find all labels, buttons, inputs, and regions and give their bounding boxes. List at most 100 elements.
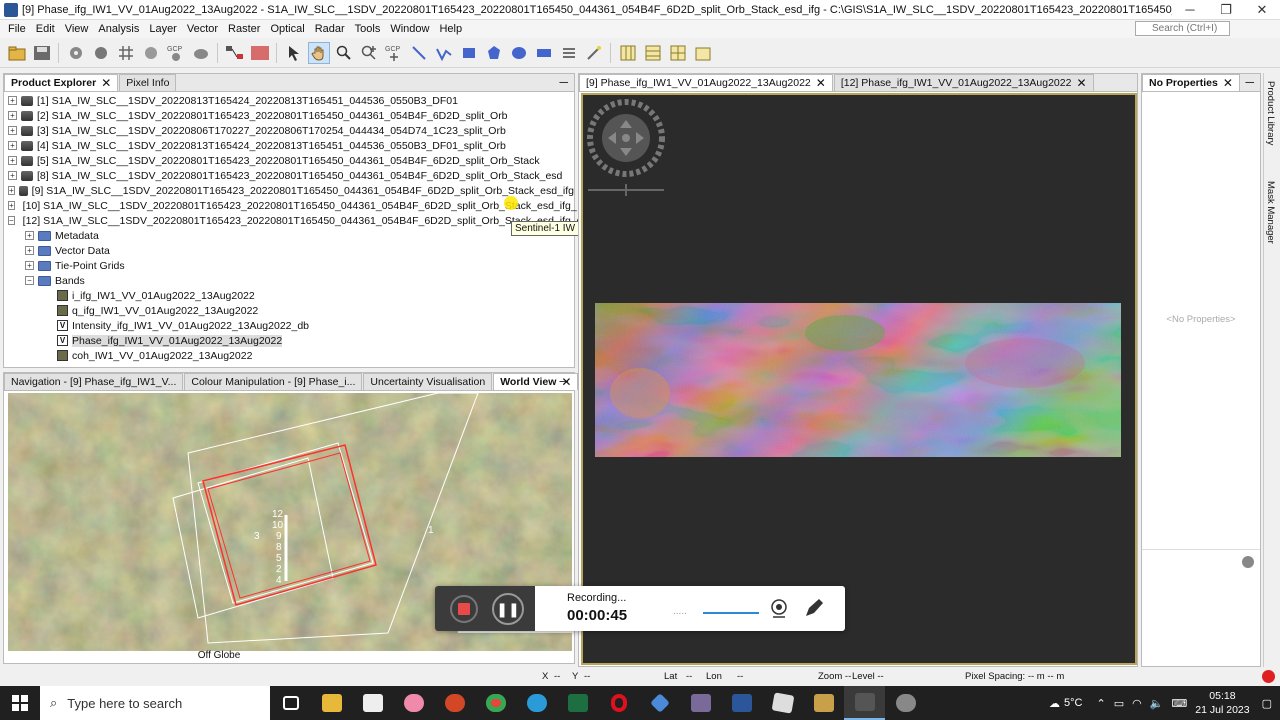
- info-icon[interactable]: [1242, 556, 1254, 568]
- archive-icon[interactable]: [803, 686, 844, 720]
- language-icon[interactable]: ⌨: [1171, 697, 1187, 710]
- notes-icon[interactable]: [762, 686, 803, 720]
- expand-icon[interactable]: +: [25, 261, 34, 270]
- minimize-panel-button[interactable]: ─: [559, 75, 568, 89]
- expand-icon[interactable]: +: [8, 171, 17, 180]
- close-icon[interactable]: ✕: [816, 76, 826, 90]
- tree-item-vector-data[interactable]: + Vector Data: [4, 243, 574, 258]
- gcp-tool-icon[interactable]: GCP: [165, 42, 187, 64]
- zoom-tool-icon[interactable]: [333, 42, 355, 64]
- tree-item-bands[interactable]: − Bands: [4, 273, 574, 288]
- expand-icon[interactable]: +: [25, 246, 34, 255]
- taskbar-search[interactable]: ⌕ Type here to search: [40, 686, 270, 720]
- menu-optical[interactable]: Optical: [265, 23, 309, 35]
- store-icon[interactable]: [352, 686, 393, 720]
- pixel-info-icon[interactable]: [558, 42, 580, 64]
- tab-colour-manipulation[interactable]: Colour Manipulation - [9] Phase_i...: [184, 373, 363, 390]
- expand-icon[interactable]: +: [25, 231, 34, 240]
- product-library-tab[interactable]: Product Library: [1265, 81, 1276, 145]
- close-button[interactable]: ✕: [1244, 2, 1280, 18]
- line-tool-icon[interactable]: [408, 42, 430, 64]
- start-button[interactable]: [0, 686, 40, 720]
- band-maths-icon[interactable]: [65, 42, 87, 64]
- tab-phase-ifg-9[interactable]: [9] Phase_ifg_IW1_VV_01Aug2022_13Aug2022…: [579, 74, 833, 91]
- tree-item-product-3[interactable]: + [3] S1A_IW_SLC__1SDV_20220806T170227_20…: [4, 123, 574, 138]
- save-product-icon[interactable]: [31, 42, 53, 64]
- tree-item-product-2[interactable]: + [2] S1A_IW_SLC__1SDV_20220801T165423_20…: [4, 108, 574, 123]
- menu-raster[interactable]: Raster: [223, 23, 265, 35]
- tree-item-product-12[interactable]: − [12] S1A_IW_SLC__1SDV_20220801T165423_2…: [4, 213, 608, 228]
- weather-icon[interactable]: ☁: [1049, 697, 1060, 710]
- excel-icon[interactable]: [557, 686, 598, 720]
- wifi-icon[interactable]: ◠: [1132, 697, 1142, 710]
- pen-annotate-icon[interactable]: [803, 597, 825, 619]
- menu-vector[interactable]: Vector: [182, 23, 223, 35]
- tab-navigation[interactable]: Navigation - [9] Phase_ifg_IW1_V...: [4, 373, 184, 390]
- tree-item-product-9[interactable]: + [9] S1A_IW_SLC__1SDV_20220801T165423_20…: [4, 183, 574, 198]
- gcp-pin-icon[interactable]: GCP: [383, 42, 405, 64]
- expand-icon[interactable]: +: [8, 126, 17, 135]
- magic-wand-icon[interactable]: [583, 42, 605, 64]
- tree-item-product-5[interactable]: + [5] S1A_IW_SLC__1SDV_20220801T165423_20…: [4, 153, 574, 168]
- expand-icon[interactable]: +: [8, 111, 17, 120]
- opera-icon[interactable]: [598, 686, 639, 720]
- tab-pixel-info[interactable]: Pixel Info: [119, 74, 177, 91]
- range-finder-icon[interactable]: [533, 42, 555, 64]
- navigation-control-icon[interactable]: [586, 98, 672, 198]
- tree-item-band[interactable]: V Intensity_ifg_IW1_VV_01Aug2022_13Aug202…: [4, 318, 574, 333]
- word-icon[interactable]: [721, 686, 762, 720]
- tree-item-product-8[interactable]: + [8] S1A_IW_SLC__1SDV_20220801T165423_20…: [4, 168, 574, 183]
- graph-builder-icon[interactable]: [224, 42, 246, 64]
- tab-no-properties[interactable]: No Properties ✕: [1142, 74, 1240, 91]
- error-icon[interactable]: [1262, 670, 1275, 683]
- grid-icon[interactable]: [115, 42, 137, 64]
- recorder-taskbar-icon[interactable]: [885, 686, 926, 720]
- menu-tools[interactable]: Tools: [350, 23, 386, 35]
- select-tool-icon[interactable]: [283, 42, 305, 64]
- minimize-panel-button[interactable]: ─: [1245, 75, 1254, 89]
- mask-manager-tab[interactable]: Mask Manager: [1265, 181, 1276, 244]
- pause-recording-button[interactable]: ❚❚: [492, 593, 524, 625]
- image-canvas[interactable]: [581, 93, 1137, 665]
- geocoding-icon[interactable]: [140, 42, 162, 64]
- pan-tool-icon[interactable]: [307, 41, 330, 64]
- expand-icon[interactable]: +: [8, 201, 15, 210]
- menu-radar[interactable]: Radar: [310, 23, 350, 35]
- tile-vertical-icon[interactable]: [642, 42, 664, 64]
- tile-horizontal-icon[interactable]: [617, 42, 639, 64]
- restore-button[interactable]: ❐: [1208, 2, 1244, 18]
- tree-item-product-4[interactable]: + [4] S1A_IW_SLC__1SDV_20220813T165424_20…: [4, 138, 574, 153]
- menu-analysis[interactable]: Analysis: [93, 23, 144, 35]
- edge-icon[interactable]: [516, 686, 557, 720]
- tab-uncertainty-visualisation[interactable]: Uncertainty Visualisation: [363, 373, 493, 390]
- menu-edit[interactable]: Edit: [31, 23, 60, 35]
- tree-item-band[interactable]: q_ifg_IW1_VV_01Aug2022_13Aug2022: [4, 303, 574, 318]
- mosaic-icon[interactable]: [190, 42, 212, 64]
- minimize-button[interactable]: ─: [1172, 2, 1208, 17]
- tree-item-band-selected[interactable]: V Phase_ifg_IW1_VV_01Aug2022_13Aug2022: [4, 333, 574, 348]
- filter-icon[interactable]: [90, 42, 112, 64]
- paint-icon[interactable]: [393, 686, 434, 720]
- tree-item-band[interactable]: i_ifg_IW1_VV_01Aug2022_13Aug2022: [4, 288, 574, 303]
- search-input[interactable]: Search (Ctrl+I): [1135, 21, 1230, 36]
- menu-view[interactable]: View: [60, 23, 94, 35]
- app-icon[interactable]: [639, 686, 680, 720]
- clock[interactable]: 05:18 21 Jul 2023: [1195, 689, 1249, 717]
- polygon-tool-icon[interactable]: [483, 42, 505, 64]
- expand-icon[interactable]: +: [8, 96, 17, 105]
- powerpoint-icon[interactable]: [434, 686, 475, 720]
- minimize-panel-button[interactable]: ─: [559, 374, 568, 388]
- notification-icon[interactable]: ▢: [1262, 697, 1272, 710]
- polyline-tool-icon[interactable]: [433, 42, 455, 64]
- ellipse-tool-icon[interactable]: [508, 42, 530, 64]
- file-explorer-icon[interactable]: [311, 686, 352, 720]
- snap-taskbar-icon[interactable]: [844, 686, 885, 720]
- chrome-icon[interactable]: [475, 686, 516, 720]
- webcam-icon[interactable]: [769, 598, 791, 620]
- expand-icon[interactable]: +: [8, 156, 17, 165]
- tree-item-band[interactable]: coh_IW1_VV_01Aug2022_13Aug2022: [4, 348, 574, 363]
- expand-icon[interactable]: +: [8, 186, 16, 195]
- close-icon[interactable]: ✕: [1223, 76, 1233, 90]
- volume-icon[interactable]: 🔈: [1150, 697, 1164, 710]
- volume-slider[interactable]: [703, 612, 759, 614]
